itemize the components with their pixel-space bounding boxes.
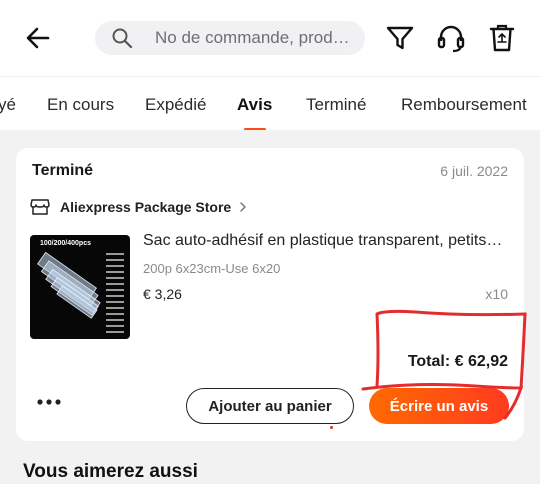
order-card[interactable]: Terminé 6 juil. 2022 Aliexpress Package … [16, 148, 524, 441]
top-bar: No de commande, prod… [0, 0, 540, 76]
back-arrow-icon[interactable] [22, 22, 54, 54]
write-review-button[interactable]: Écrire un avis [369, 388, 509, 424]
product-title[interactable]: Sac auto-adhésif en plastique transparen… [143, 232, 513, 250]
more-options-icon[interactable] [36, 395, 62, 409]
order-tabs: yé En cours Expédié Avis Terminé Rembour… [0, 76, 540, 130]
recommendations-title: Vous aimerez aussi [23, 461, 198, 482]
order-date: 6 juil. 2022 [440, 163, 508, 179]
product-quantity: x10 [485, 286, 508, 302]
tab-refund[interactable]: Remboursement [401, 95, 527, 115]
search-placeholder: No de commande, prod… [155, 28, 350, 47]
product-variant: 200p 6x23cm-Use 6x20 [143, 261, 281, 276]
store-icon [30, 199, 50, 215]
filter-icon[interactable] [383, 21, 417, 55]
tab-shipped-partial[interactable]: yé [0, 95, 16, 115]
product-price: € 3,26 [143, 286, 182, 302]
search-icon [112, 28, 133, 49]
chevron-right-icon [240, 202, 246, 212]
active-tab-indicator [244, 128, 266, 130]
annotation-dot [330, 426, 333, 429]
tab-completed[interactable]: Terminé [306, 95, 366, 115]
thumbnail-label: 100/200/400pcs [40, 240, 91, 247]
search-input[interactable]: No de commande, prod… [95, 21, 365, 55]
trash-icon[interactable] [485, 21, 519, 55]
tab-shipped[interactable]: Expédié [145, 95, 206, 115]
store-name: Aliexpress Package Store [60, 199, 232, 215]
order-total: Total: € 62,92 [407, 353, 508, 370]
product-thumbnail[interactable]: 100/200/400pcs [30, 235, 130, 339]
headset-icon[interactable] [434, 21, 468, 55]
order-status: Terminé [32, 162, 94, 179]
plastic-bags-image [37, 251, 124, 333]
store-link[interactable]: Aliexpress Package Store [30, 196, 249, 218]
tab-in-progress[interactable]: En cours [47, 95, 114, 115]
tab-reviews[interactable]: Avis [237, 95, 272, 115]
add-to-cart-button[interactable]: Ajouter au panier [186, 388, 354, 424]
